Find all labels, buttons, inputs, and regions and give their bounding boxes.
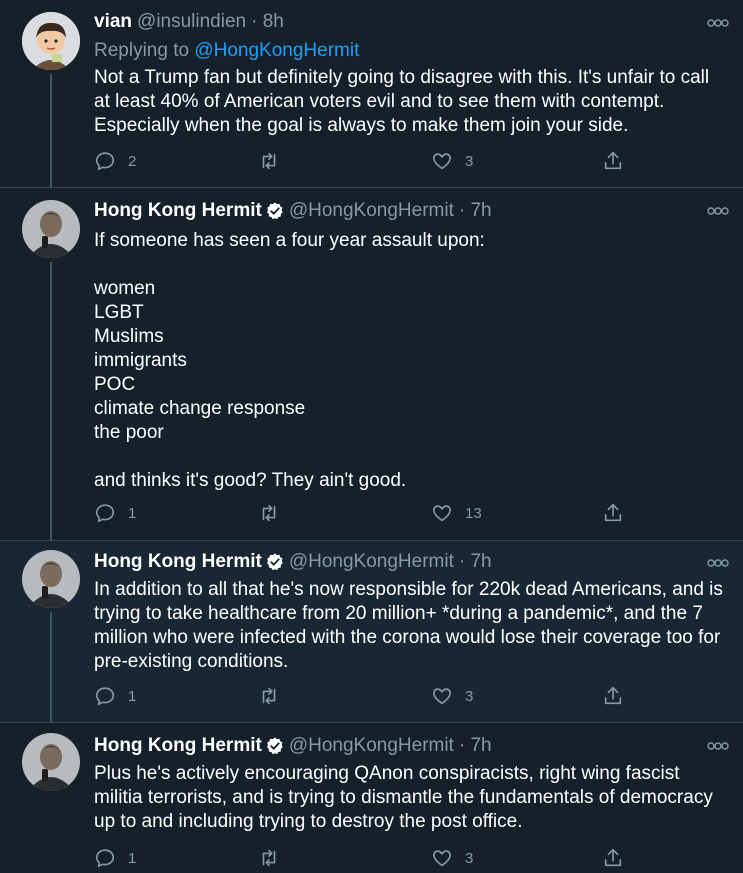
author-row: Hong Kong Hermit @HongKongHermit · 7h [94,200,492,222]
author-row: Hong Kong Hermit @HongKongHermit · 7h [94,551,492,573]
share-icon [604,151,622,170]
tweet-text: In addition to all that he's now respons… [94,579,729,672]
author-handle[interactable]: @insulindien [137,11,246,33]
reply-button[interactable]: 1 [94,846,136,870]
reply-count: 1 [128,687,137,705]
thread-line [50,612,52,723]
author-handle[interactable]: @HongKongHermit [289,735,454,757]
tweet-time[interactable]: · 7h [459,200,492,222]
retweet-button[interactable] [258,684,292,708]
avatar[interactable] [22,12,80,70]
tweet-actions: 1 3 [94,684,724,708]
share-button[interactable] [602,149,624,173]
more-options-icon[interactable] [707,18,729,28]
author-row: Hong Kong Hermit @HongKongHermit · 7h [94,735,492,757]
heart-icon [433,153,451,170]
tweet-2[interactable]: Hong Kong Hermit @HongKongHermit · 7h If… [0,188,743,541]
tweet-time[interactable]: · 7h [459,551,492,573]
retweet-button[interactable] [258,846,292,870]
tweet-3[interactable]: Hong Kong Hermit @HongKongHermit · 7h In… [0,541,743,723]
verified-badge-icon [266,553,283,571]
tweet-time[interactable]: · 7h [459,735,492,757]
author-name[interactable]: Hong Kong Hermit [94,551,262,573]
tweet-1[interactable]: vian @insulindien · 8h Replying to @Hong… [0,0,743,188]
like-count: 13 [465,504,482,522]
like-button[interactable]: 3 [431,846,473,870]
retweet-icon [262,152,276,170]
tweet-text: If someone has seen a four year assault … [94,230,485,491]
reply-icon [95,687,115,706]
author-name[interactable]: Hong Kong Hermit [94,735,262,757]
tweet-time[interactable]: · 8h [251,11,284,33]
retweet-button[interactable] [258,501,292,525]
thread-line [50,74,52,188]
heart-icon [433,850,451,867]
like-count: 3 [465,849,474,867]
like-count: 3 [465,152,474,170]
author-name[interactable]: Hong Kong Hermit [94,200,262,222]
cartoon-avatar-icon [22,12,80,70]
avatar[interactable] [22,733,80,791]
verified-badge-icon [266,737,283,755]
reply-count: 1 [128,504,137,522]
replying-to: Replying to @HongKongHermit [94,40,359,62]
retweet-icon [262,504,276,522]
photo-avatar-icon [22,733,80,791]
share-button[interactable] [602,846,624,870]
replying-prefix: Replying to [94,40,190,61]
tweet-text: Not a Trump fan but definitely going to … [94,67,715,136]
heart-icon [433,505,451,522]
replying-to-link[interactable]: @HongKongHermit [194,40,359,61]
avatar[interactable] [22,550,80,608]
retweet-icon [262,687,276,705]
author-row: vian @insulindien · 8h [94,11,284,33]
author-handle[interactable]: @HongKongHermit [289,551,454,573]
reply-button[interactable]: 1 [94,501,136,525]
share-button[interactable] [602,684,624,708]
more-options-icon[interactable] [707,741,729,751]
share-button[interactable] [602,501,624,525]
reply-count: 1 [128,849,137,867]
share-icon [604,503,622,522]
heart-icon [433,688,451,705]
like-button[interactable]: 13 [431,501,482,525]
reply-icon [95,152,115,171]
like-button[interactable]: 3 [431,149,473,173]
share-icon [604,848,622,867]
retweet-button[interactable] [258,149,292,173]
author-handle[interactable]: @HongKongHermit [289,200,454,222]
more-options-icon[interactable] [707,206,729,216]
photo-avatar-icon [22,200,80,258]
reply-count: 2 [128,152,137,170]
author-name[interactable]: vian [94,11,132,33]
photo-avatar-icon [22,550,80,608]
tweet-actions: 1 13 [94,501,724,525]
more-options-icon[interactable] [707,558,729,568]
tweet-actions: 1 3 [94,846,724,870]
like-count: 3 [465,687,474,705]
retweet-icon [262,849,276,867]
share-icon [604,686,622,705]
tweet-actions: 2 3 [94,149,724,173]
reply-button[interactable]: 1 [94,684,136,708]
reply-icon [95,504,115,523]
reply-button[interactable]: 2 [94,149,136,173]
avatar[interactable] [22,200,80,258]
reply-icon [95,849,115,868]
like-button[interactable]: 3 [431,684,473,708]
thread-line [50,262,52,541]
verified-badge-icon [266,202,283,220]
tweet-text: Plus he's actively encouraging QAnon con… [94,763,719,832]
tweet-4[interactable]: Hong Kong Hermit @HongKongHermit · 7h Pl… [0,723,743,873]
